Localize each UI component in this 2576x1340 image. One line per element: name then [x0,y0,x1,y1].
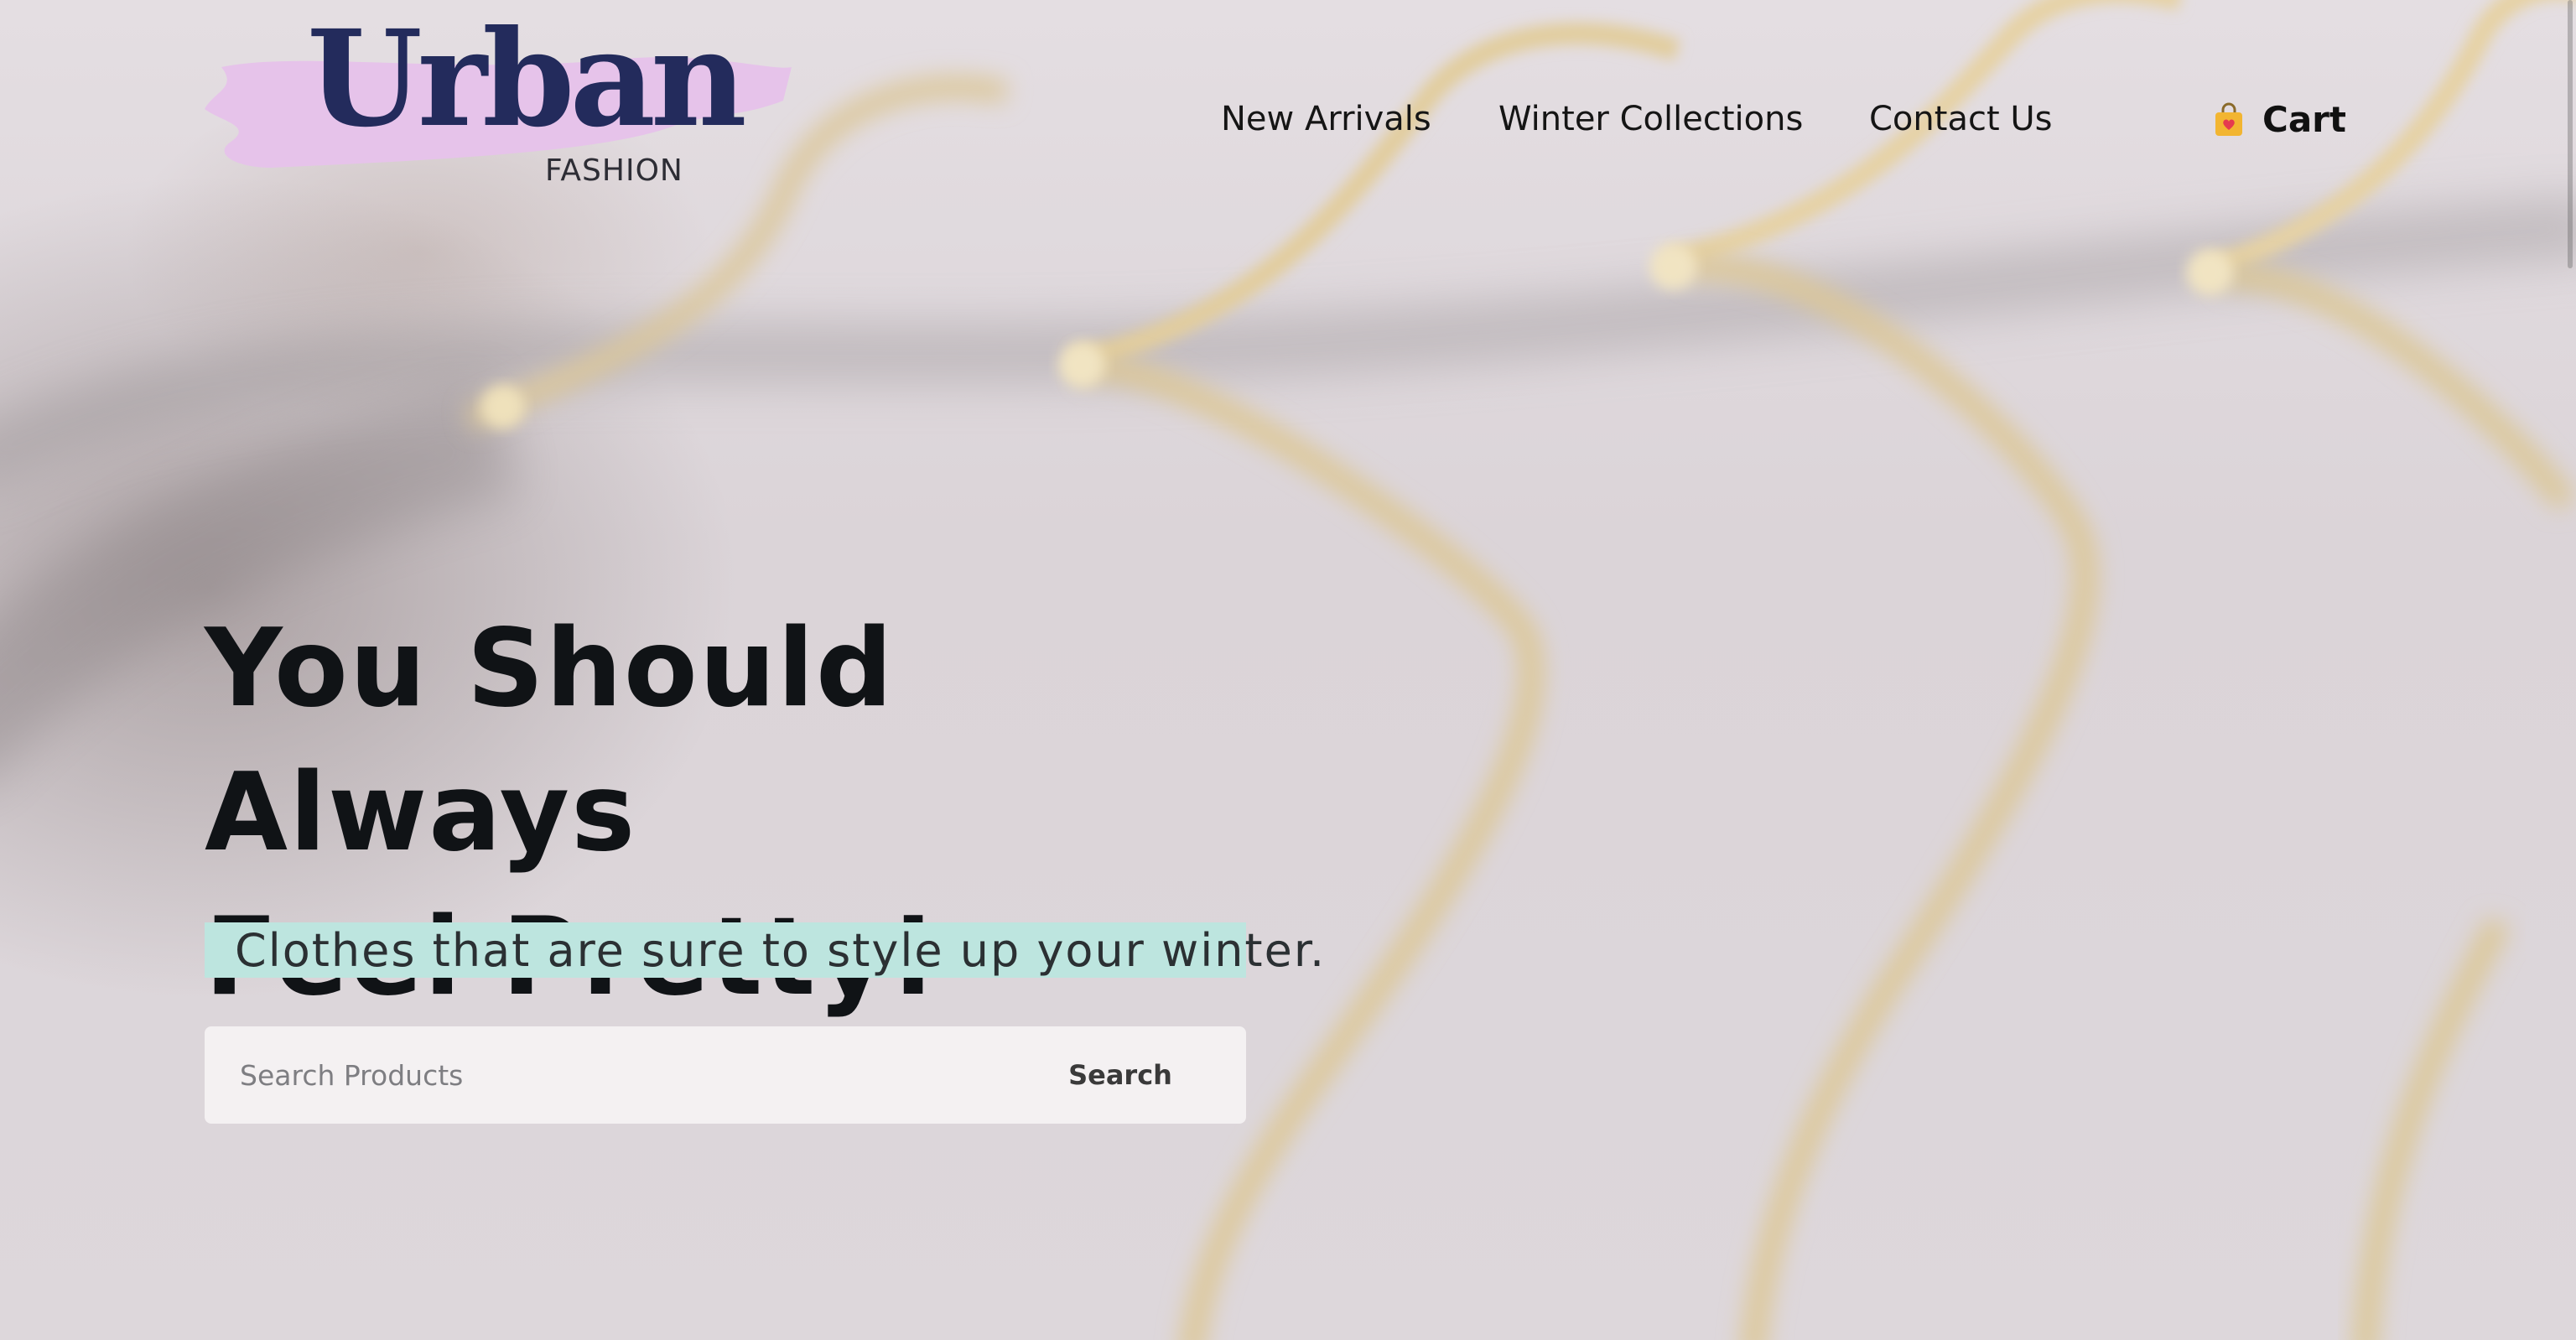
cart-button[interactable]: Cart [2214,94,2346,144]
search-input[interactable] [205,1026,1028,1124]
shopping-bag-heart-icon [2215,102,2242,136]
search-button[interactable]: Search [1028,1026,1246,1124]
nav-link-new-arrivals[interactable]: New Arrivals [1221,94,1431,144]
cart-label: Cart [2262,98,2346,140]
product-search-form: Search [205,1026,1246,1124]
hero-title-line1: You Should Always [205,606,895,875]
hero-tagline-text: Clothes that are sure to style up your w… [235,923,1327,977]
nav-link-winter-collections[interactable]: Winter Collections [1498,94,1803,144]
brand-name: Urban [307,2,747,157]
nav-link-contact-us[interactable]: Contact Us [1869,94,2052,144]
brand-subtitle: FASHION [545,153,683,188]
brand-logo[interactable]: Urban FASHION [205,13,792,201]
page-scrollbar[interactable] [2568,0,2573,268]
hero-tagline: Clothes that are sure to style up your w… [205,922,1324,978]
